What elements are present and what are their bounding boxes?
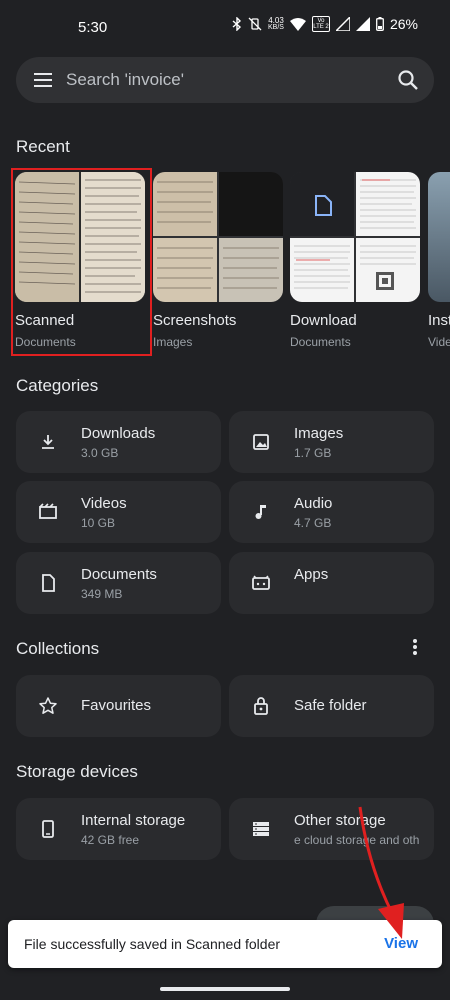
category-images[interactable]: Images 1.7 GB (229, 411, 434, 473)
recent-item-screenshots-name[interactable]: Screenshots (153, 312, 236, 329)
storage-icon (251, 819, 271, 839)
category-label: Downloads (81, 425, 156, 442)
recent-title: Recent (16, 137, 70, 156)
snackbar-message: File successfully saved in Scanned folde… (24, 936, 281, 952)
more-options-icon[interactable] (412, 638, 418, 661)
category-downloads[interactable]: Downloads 3.0 GB (16, 411, 221, 473)
lock-icon (251, 696, 271, 716)
status-time: 5:30 (78, 19, 108, 36)
category-size: 349 MB (81, 587, 123, 601)
recent-item-download-name[interactable]: Download (290, 312, 357, 329)
category-size: 1.7 GB (294, 446, 332, 460)
video-icon (38, 502, 58, 522)
category-label: Images (294, 425, 344, 442)
category-size: 10 GB (81, 516, 116, 530)
signal-icon-2 (355, 17, 370, 31)
category-label: Documents (81, 566, 157, 583)
search-input[interactable]: Search 'invoice' (66, 70, 184, 90)
storage-title: Storage devices (16, 762, 138, 781)
category-videos[interactable]: Videos 10 GB (16, 481, 221, 543)
gesture-nav-bar[interactable] (160, 987, 290, 991)
music-note-icon (251, 502, 271, 522)
search-bar[interactable]: Search 'invoice' (16, 57, 434, 103)
collections-title: Collections (16, 639, 100, 658)
category-label: Audio (294, 495, 333, 512)
hamburger-menu-icon[interactable] (34, 71, 52, 89)
collection-label: Favourites (81, 697, 152, 714)
category-size: 3.0 GB (81, 446, 119, 460)
recent-item-partial-type: Vide (428, 335, 450, 349)
collection-safe-folder[interactable]: Safe folder (229, 675, 434, 737)
category-audio[interactable]: Audio 4.7 GB (229, 481, 434, 543)
category-label: Apps (294, 566, 329, 583)
signal-icon (335, 17, 350, 31)
search-icon[interactable] (397, 69, 419, 96)
category-label: Videos (81, 495, 127, 512)
recent-item-download-thumb[interactable] (290, 172, 420, 302)
star-icon (38, 696, 58, 716)
network-speed-unit: KB/S (268, 24, 284, 31)
download-icon (38, 432, 58, 452)
volte-badge: Vo LTE 2 (311, 16, 330, 32)
battery-icon (376, 17, 384, 31)
categories-title: Categories (16, 376, 99, 395)
android-icon (251, 573, 271, 593)
collection-favourites[interactable]: Favourites (16, 675, 221, 737)
image-icon (251, 432, 271, 452)
bluetooth-icon (232, 17, 242, 31)
network-speed-value: 4.03 (268, 16, 284, 25)
status-bar: 5:30 4.03 KB/S Vo LTE 2 26% (0, 0, 450, 56)
category-size: 4.7 GB (294, 516, 332, 530)
mute-vibrate-icon (248, 17, 262, 31)
wifi-icon (289, 17, 306, 31)
recent-item-partial-name[interactable]: Inst (428, 312, 450, 329)
recent-item-partial-thumb[interactable] (428, 172, 450, 302)
annotation-arrow (358, 806, 404, 939)
recent-item-screenshots-thumb[interactable] (153, 172, 283, 302)
recent-item-screenshots-type: Images (153, 335, 193, 349)
highlight-box (11, 168, 152, 356)
storage-detail: 42 GB free (81, 833, 140, 847)
network-speed: 4.03 KB/S (268, 16, 284, 32)
document-icon (38, 573, 58, 593)
phone-icon (38, 819, 58, 839)
category-apps[interactable]: Apps (229, 552, 434, 614)
recent-item-download-type: Documents (290, 335, 351, 349)
storage-internal[interactable]: Internal storage 42 GB free (16, 798, 221, 860)
collection-label: Safe folder (294, 697, 367, 714)
category-documents[interactable]: Documents 349 MB (16, 552, 221, 614)
battery-percent: 26% (389, 16, 418, 32)
storage-label: Internal storage (81, 812, 186, 829)
